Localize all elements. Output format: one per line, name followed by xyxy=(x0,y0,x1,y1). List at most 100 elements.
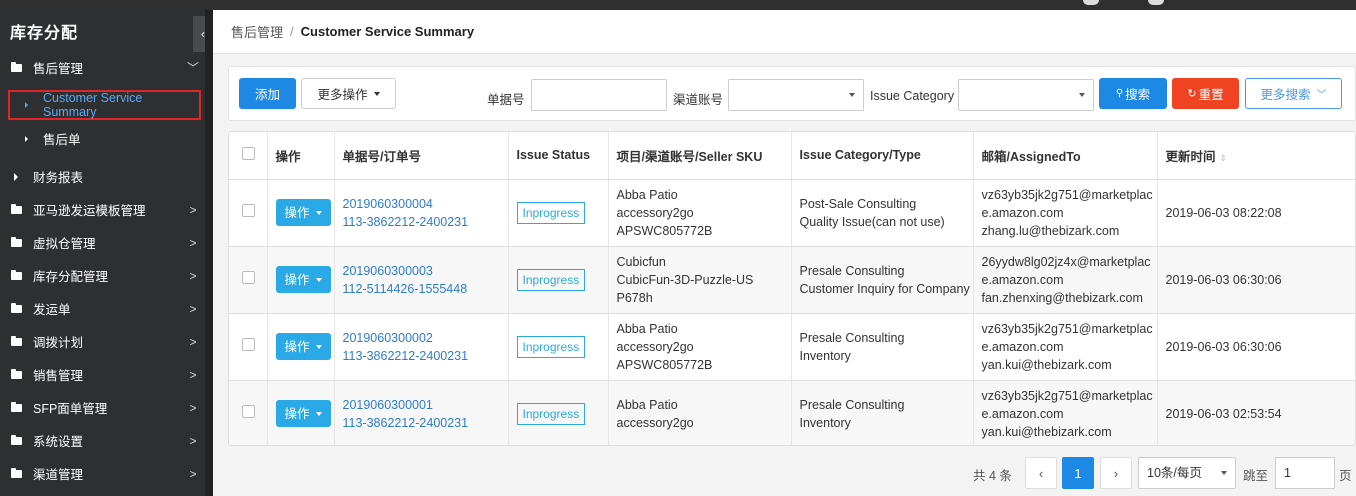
more-search-button[interactable]: 更多搜索 ﹀ xyxy=(1245,78,1342,109)
row-checkbox[interactable] xyxy=(242,404,255,418)
sidebar-item-label: 虚拟仓管理 xyxy=(33,237,96,251)
top-bar xyxy=(0,0,1356,10)
total-count: 共 4 条 xyxy=(973,469,1012,483)
bullet-icon xyxy=(14,172,18,181)
sidebar-item-label: 售后单 xyxy=(43,133,81,147)
status-badge: Inprogress xyxy=(516,335,586,358)
issue-category: Presale Consulting xyxy=(799,397,905,412)
column-header: 单据号/订单号 xyxy=(334,132,509,180)
more-actions-button[interactable]: 更多操作 xyxy=(301,78,396,109)
sidebar-brand: 库存分配 xyxy=(10,25,79,42)
sidebar-item-amazon-template[interactable]: 亚马逊发运模板管理 > xyxy=(0,193,205,226)
sidebar-item-inventory-allocation[interactable]: 库存分配管理 > xyxy=(0,259,205,292)
sort-icon[interactable]: ⇕ xyxy=(1220,153,1228,164)
sidebar-item-sales[interactable]: 销售管理 > xyxy=(0,358,205,391)
sidebar-item-transfer-plan[interactable]: 调拨计划 > xyxy=(0,325,205,358)
channel-account: accessory2go xyxy=(616,415,694,430)
channel-account-label: 渠道账号 xyxy=(673,93,724,107)
chevron-right-icon: > xyxy=(189,268,197,283)
folder-icon xyxy=(11,302,22,313)
row-checkbox[interactable] xyxy=(242,270,255,284)
doc-no-link[interactable]: 2019060300004 xyxy=(343,195,508,213)
next-page-button[interactable]: › xyxy=(1100,457,1132,489)
main-content: 售后管理 / Customer Service Summary 添加 更多操作 … xyxy=(213,10,1356,496)
table-header-row: 操作 单据号/订单号 Issue Status 项目/渠道账号/Seller S… xyxy=(229,132,1355,180)
sidebar-item-channels[interactable]: 渠道管理 > xyxy=(0,457,205,490)
chevron-right-icon: > xyxy=(189,466,197,481)
status-badge: Inprogress xyxy=(516,201,586,224)
assigned-to: fan.zhenxing@thebizark.com xyxy=(981,290,1143,305)
sidebar-subitem-after-sales-order[interactable]: 售后单 xyxy=(0,122,205,155)
order-no-link[interactable]: 113-3862212-2400231 xyxy=(343,347,508,365)
caret-down-icon xyxy=(315,277,322,282)
row-checkbox[interactable] xyxy=(242,337,255,351)
sidebar-item-settings[interactable]: 系统设置 > xyxy=(0,424,205,457)
project-name: Cubicfun xyxy=(616,254,666,269)
row-action-button[interactable]: 操作 xyxy=(275,333,331,360)
sidebar-item-label: 系统设置 xyxy=(33,435,84,449)
sidebar-item-label: 渠道管理 xyxy=(33,468,84,482)
project-name: Abba Patio xyxy=(616,397,678,412)
order-no-link[interactable]: 112-5114426-1555448 xyxy=(343,280,508,298)
row-checkbox[interactable] xyxy=(242,203,255,217)
top-bar-icon xyxy=(1083,0,1099,5)
channel-account: accessory2go xyxy=(616,339,694,354)
folder-icon xyxy=(11,467,22,478)
column-header-updated[interactable]: 更新时间 ⇕ xyxy=(1157,132,1355,180)
folder-icon xyxy=(11,61,22,72)
caret-down-icon xyxy=(315,210,322,215)
folder-icon xyxy=(11,401,22,412)
jump-label: 跳至 xyxy=(1243,469,1269,483)
filter-toolbar: 添加 更多操作 单据号 渠道账号 Issue Category ⚲ 搜索 ↻ 重置 … xyxy=(228,66,1356,121)
doc-no-link[interactable]: 2019060300003 xyxy=(343,262,508,280)
issue-category-select[interactable] xyxy=(958,79,1094,111)
bullet-icon xyxy=(25,102,28,108)
sidebar-subitem-customer-service-summary[interactable]: Customer Service Summary xyxy=(8,90,201,120)
prev-page-button[interactable]: ‹ xyxy=(1025,457,1057,489)
sidebar-item-virtual-warehouse[interactable]: 虚拟仓管理 > xyxy=(0,226,205,259)
doc-no-input[interactable] xyxy=(531,79,667,111)
breadcrumb-parent[interactable]: 售后管理 xyxy=(231,22,283,41)
channel-account: accessory2go xyxy=(616,205,694,220)
chevron-right-icon: › xyxy=(1113,465,1119,481)
doc-no-link[interactable]: 2019060300001 xyxy=(343,396,508,414)
order-no-link[interactable]: 113-3862212-2400231 xyxy=(343,213,508,231)
row-action-button[interactable]: 操作 xyxy=(275,400,331,427)
caret-down-icon xyxy=(1221,471,1227,475)
order-no-link[interactable]: 113-3862212-2400231 xyxy=(343,414,508,432)
page-size-select[interactable]: 10条/每页 xyxy=(1138,457,1236,489)
add-button[interactable]: 添加 xyxy=(239,78,296,109)
assigned-to: yan.kui@thebizark.com xyxy=(981,357,1112,372)
doc-no-link[interactable]: 2019060300002 xyxy=(343,329,508,347)
updated-time: 2019-06-03 06:30:06 xyxy=(1157,246,1355,314)
breadcrumb-separator: / xyxy=(290,24,294,39)
sidebar-item-finance-report[interactable]: 财务报表 xyxy=(0,160,205,193)
chevron-right-icon: > xyxy=(189,334,197,349)
customer-email: vz63yb35jk2g751@marketplac xyxy=(981,187,1153,202)
issue-category: Post-Sale Consulting xyxy=(799,196,917,211)
seller-sku: APSWC805772B xyxy=(616,357,713,372)
sidebar-item-sfp-label[interactable]: SFP面单管理 > xyxy=(0,391,205,424)
folder-icon xyxy=(11,434,22,445)
issue-category: Presale Consulting xyxy=(799,263,905,278)
issue-category: Presale Consulting xyxy=(799,330,905,345)
select-all-cell xyxy=(229,132,268,180)
search-button[interactable]: ⚲ 搜索 xyxy=(1099,78,1167,109)
sidebar-item-after-sales[interactable]: 售后管理 ﹀ xyxy=(0,51,205,84)
updated-time: 2019-06-03 02:53:54 xyxy=(1157,380,1355,445)
chevron-down-icon: ﹀ xyxy=(1316,90,1327,101)
jump-page-input[interactable]: 1 xyxy=(1275,457,1335,489)
assigned-to: yan.kui@thebizark.com xyxy=(981,424,1112,439)
row-action-button[interactable]: 操作 xyxy=(275,266,331,293)
page-button-current[interactable]: 1 xyxy=(1062,457,1094,489)
row-action-button[interactable]: 操作 xyxy=(275,199,331,226)
reset-button[interactable]: ↻ 重置 xyxy=(1172,78,1239,109)
issue-category-label: Issue Category xyxy=(870,89,955,103)
sidebar-item-label: SFP面单管理 xyxy=(33,402,108,416)
sidebar-item-label: 财务报表 xyxy=(33,171,84,185)
channel-account-select[interactable] xyxy=(728,79,864,111)
sidebar-item-label: 调拨计划 xyxy=(33,336,84,350)
chevron-left-icon: ‹ xyxy=(1038,465,1044,481)
sidebar-item-shipment[interactable]: 发运单 > xyxy=(0,292,205,325)
select-all-checkbox[interactable] xyxy=(242,147,255,161)
